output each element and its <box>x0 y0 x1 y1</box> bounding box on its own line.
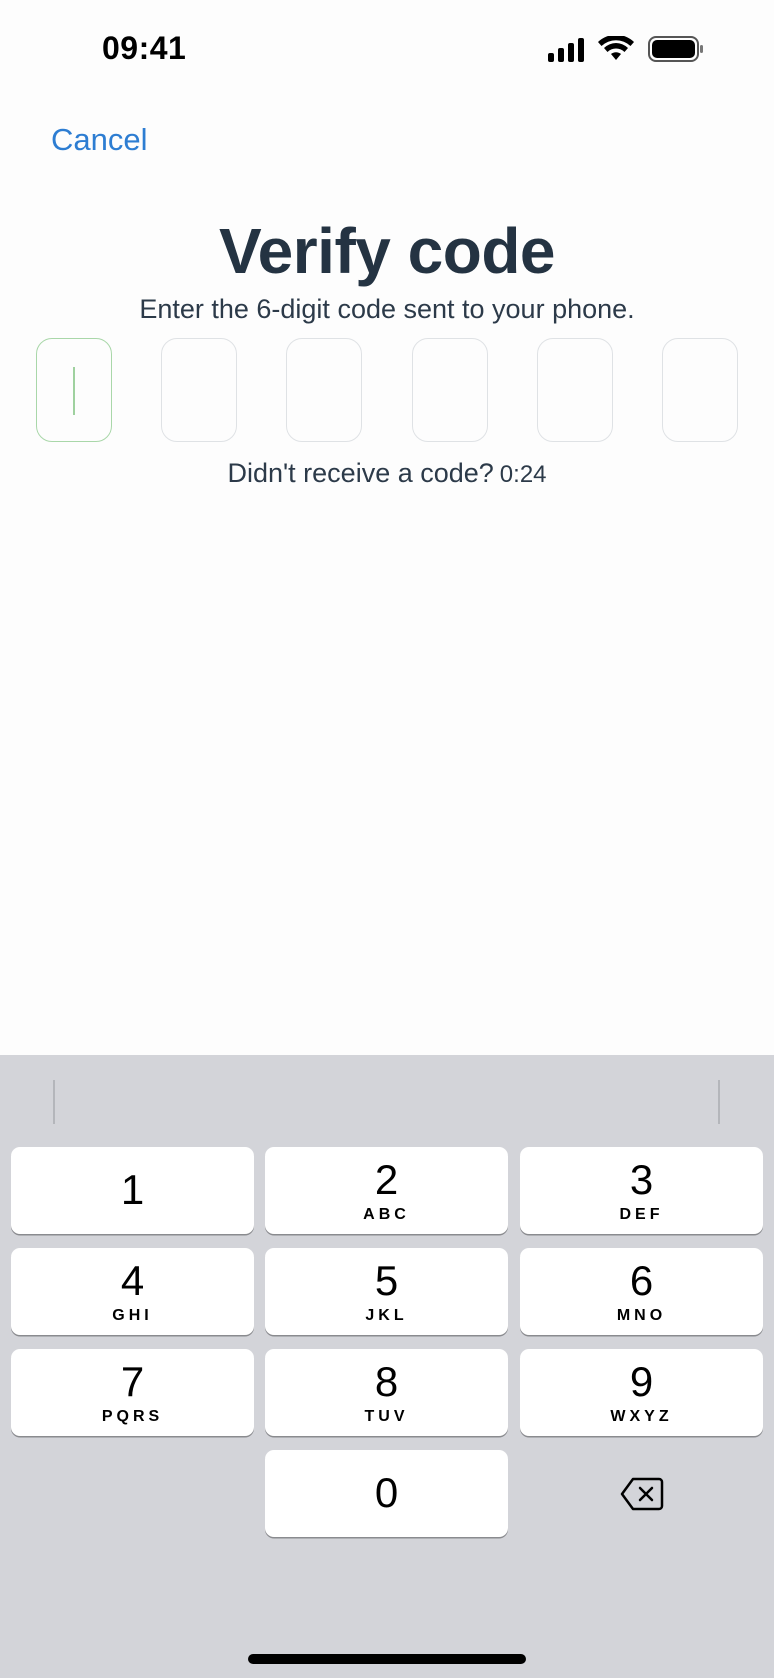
key-digit: 2 <box>374 1156 399 1203</box>
backspace-key[interactable] <box>520 1450 763 1537</box>
code-input-row <box>36 338 738 442</box>
key-letters: MNO <box>616 1307 667 1324</box>
page-subtitle: Enter the 6-digit code sent to your phon… <box>139 294 635 324</box>
key-2[interactable]: 2 ABC <box>265 1147 508 1234</box>
code-digit-6[interactable] <box>661 338 738 442</box>
key-6[interactable]: 6 MNO <box>520 1248 763 1335</box>
key-letters: DEF <box>619 1206 664 1223</box>
key-digit: 7 <box>120 1358 145 1405</box>
home-indicator <box>248 1654 526 1664</box>
resend-row: Didn't receive a code? 0:24 <box>0 458 774 489</box>
key-8[interactable]: 8 TUV <box>265 1349 508 1436</box>
wifi-icon <box>598 36 634 60</box>
backspace-icon <box>620 1477 663 1510</box>
key-digit: 9 <box>629 1358 654 1405</box>
code-digit-2[interactable] <box>161 338 238 442</box>
key-0[interactable]: 0 <box>265 1450 508 1537</box>
key-4[interactable]: 4 GHI <box>11 1248 254 1335</box>
key-3[interactable]: 3 DEF <box>520 1147 763 1234</box>
page-title: Verify code <box>219 215 556 287</box>
key-letters: JKL <box>365 1307 408 1324</box>
code-digit-3[interactable] <box>286 338 363 442</box>
resend-countdown: 0:24 <box>499 461 547 488</box>
key-digit: 6 <box>629 1257 654 1304</box>
keyboard-divider <box>53 1080 55 1124</box>
code-digit-4[interactable] <box>411 338 488 442</box>
resend-label: Didn't receive a code? <box>227 458 494 488</box>
key-digit: 4 <box>120 1257 145 1304</box>
key-9[interactable]: 9 WXYZ <box>520 1349 763 1436</box>
text-caret <box>73 367 75 415</box>
key-letters: PQRS <box>101 1408 164 1425</box>
key-digit: 1 <box>120 1166 145 1213</box>
code-digit-5[interactable] <box>536 338 613 442</box>
key-7[interactable]: 7 PQRS <box>11 1349 254 1436</box>
battery-icon <box>648 36 703 62</box>
cellular-signal-icon <box>548 36 584 62</box>
key-digit: 5 <box>374 1257 399 1304</box>
key-letters: GHI <box>112 1307 153 1324</box>
key-digit: 0 <box>374 1469 399 1516</box>
key-letters: WXYZ <box>610 1408 673 1425</box>
key-letters: TUV <box>364 1408 409 1425</box>
key-1[interactable]: 1 <box>11 1147 254 1234</box>
status-time: 09:41 <box>102 30 187 66</box>
cancel-button[interactable]: Cancel <box>51 122 148 158</box>
status-icons <box>548 36 704 62</box>
key-digit: 8 <box>374 1358 399 1405</box>
key-letters: ABC <box>363 1206 410 1223</box>
key-5[interactable]: 5 JKL <box>265 1248 508 1335</box>
keyboard-divider <box>718 1080 720 1124</box>
key-digit: 3 <box>629 1156 654 1203</box>
verify-code-screen: 09:41 Cancel Verify code Enter the 6-dig… <box>0 0 774 1678</box>
code-digit-1[interactable] <box>36 338 112 442</box>
